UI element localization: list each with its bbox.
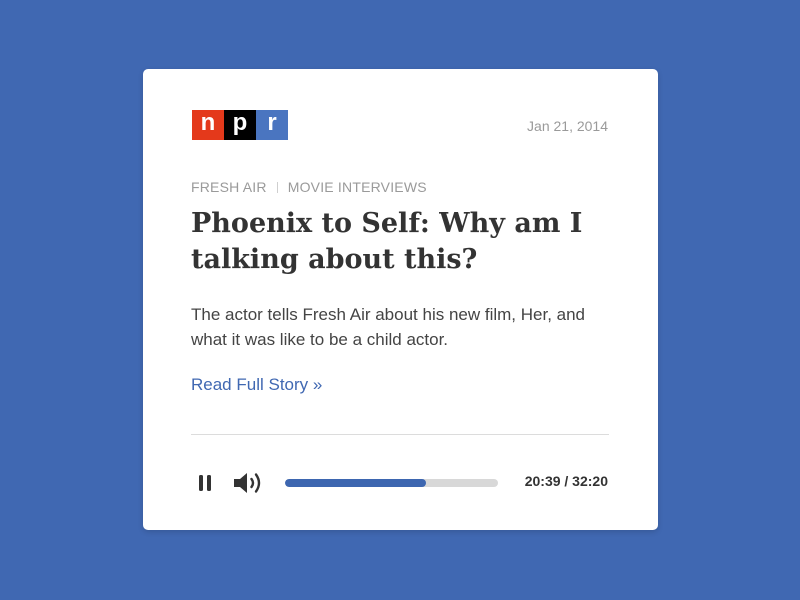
logo-letter-n: n (192, 110, 224, 140)
volume-button[interactable] (232, 468, 266, 498)
tag-separator (276, 181, 278, 193)
divider (191, 434, 609, 435)
pause-icon (199, 475, 211, 491)
story-summary: The actor tells Fresh Air about his new … (191, 305, 586, 349)
logo-letter-r: r (256, 110, 288, 140)
story-headline: Phoenix to Self: Why am I talking about … (191, 208, 583, 275)
pause-button[interactable] (195, 471, 215, 495)
logo-letter-p: p (224, 110, 256, 140)
story-card: n p r Jan 21, 2014 FRESH AIR MOVIE INTER… (143, 69, 658, 530)
npr-logo: n p r (192, 110, 288, 140)
read-full-story-link[interactable]: Read Full Story » (191, 375, 322, 395)
story-tags: FRESH AIR MOVIE INTERVIEWS (191, 179, 427, 195)
program-tag[interactable]: FRESH AIR (191, 179, 267, 195)
story-date: Jan 21, 2014 (527, 118, 608, 134)
volume-icon (234, 473, 261, 493)
playback-time: 20:39 / 32:20 (524, 473, 608, 489)
progress-bar[interactable] (285, 479, 498, 487)
category-tag[interactable]: MOVIE INTERVIEWS (288, 179, 427, 195)
progress-fill (285, 479, 426, 487)
